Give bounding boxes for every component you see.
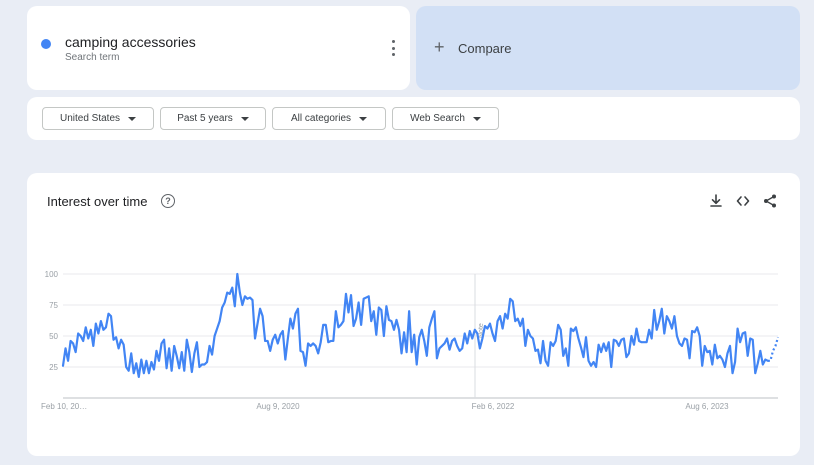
y-tick-label: 100 [45,270,59,279]
interest-series-line [61,272,769,379]
chevron-down-icon [472,116,481,121]
time-range-filter-label: Past 5 years [177,113,233,124]
x-tick-label: Aug 6, 2023 [685,402,729,411]
search-type-filter-label: Web Search [410,113,465,124]
region-filter[interactable]: United States [42,107,154,130]
chevron-down-icon [240,116,249,121]
category-filter-label: All categories [290,113,352,124]
add-icon: + [434,37,445,57]
interest-over-time-card: Interest over time ? 100 75 50 25 Note Feb 10… [27,173,800,456]
x-tick-label: Feb 10, 20… [41,402,87,411]
compare-label: Compare [458,41,512,56]
time-range-filter[interactable]: Past 5 years [160,107,266,130]
compare-card[interactable]: + Compare [416,6,800,90]
search-term-card[interactable]: camping accessories Search term [27,6,410,90]
region-filter-label: United States [59,113,121,124]
filter-bar: United States Past 5 years All categorie… [27,97,800,140]
category-filter[interactable]: All categories [272,107,386,130]
more-vert-icon[interactable] [390,40,396,56]
interest-line-chart: 100755025NoteFeb 10, 20… Aug 9, 2020 Feb 6… [41,270,780,411]
y-tick-label: 50 [49,332,58,341]
y-tick-label: 75 [49,301,58,310]
x-tick-label: Feb 6, 2022 [472,402,515,411]
partial-data-line [767,336,780,362]
x-tick-label: Aug 9, 2020 [256,402,300,411]
chevron-down-icon [359,116,368,121]
chevron-down-icon [128,116,137,121]
search-term-name[interactable]: camping accessories [65,34,196,50]
search-term-subtitle: Search term [65,52,120,63]
y-tick-label: 25 [49,363,58,372]
series-color-dot [41,39,51,49]
search-type-filter[interactable]: Web Search [392,107,499,130]
